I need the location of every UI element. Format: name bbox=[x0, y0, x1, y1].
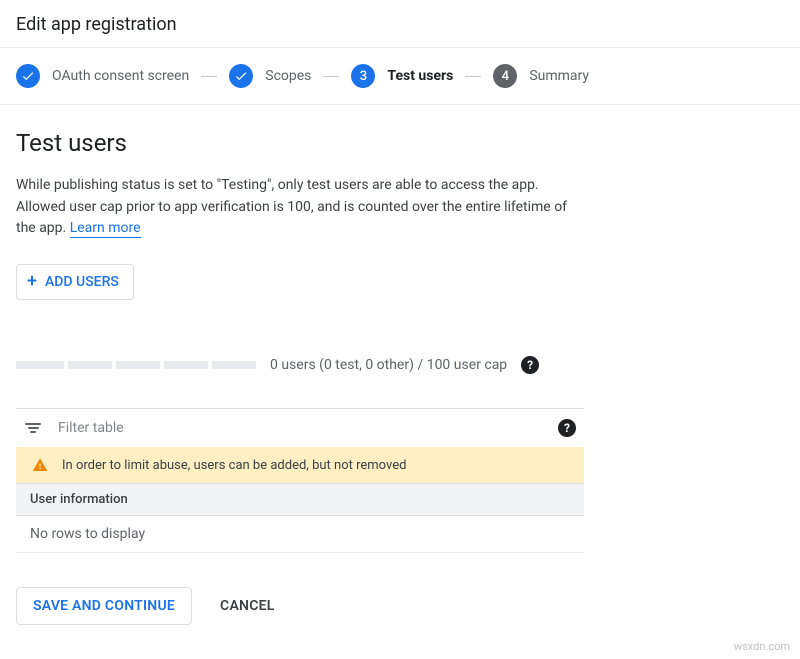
help-icon[interactable]: ? bbox=[521, 356, 539, 374]
page-header: Edit app registration bbox=[0, 0, 800, 48]
watermark: wsxdn.com bbox=[734, 640, 790, 653]
quota-row: 0 users (0 test, 0 other) / 100 user cap… bbox=[16, 356, 584, 374]
quota-segment bbox=[16, 361, 64, 369]
check-icon bbox=[229, 64, 253, 88]
step-label: Scopes bbox=[265, 68, 311, 84]
step-summary[interactable]: 4 Summary bbox=[493, 64, 589, 88]
quota-bar bbox=[16, 361, 256, 369]
add-users-button[interactable]: + ADD USERS bbox=[16, 264, 134, 300]
table-column-header: User information bbox=[16, 483, 584, 516]
quota-segment bbox=[212, 361, 256, 369]
add-users-label: ADD USERS bbox=[45, 274, 119, 290]
plus-icon: + bbox=[27, 273, 37, 291]
quota-segment bbox=[68, 361, 112, 369]
filter-input[interactable] bbox=[56, 419, 544, 437]
page-title: Edit app registration bbox=[16, 14, 784, 35]
quota-segment bbox=[164, 361, 208, 369]
filter-row: ? bbox=[16, 409, 584, 447]
users-table: ? In order to limit abuse, users can be … bbox=[16, 408, 584, 553]
save-and-continue-button[interactable]: SAVE AND CONTINUE bbox=[16, 587, 192, 625]
section-description: While publishing status is set to "Testi… bbox=[16, 175, 584, 240]
step-number: 4 bbox=[493, 64, 517, 88]
quota-text: 0 users (0 test, 0 other) / 100 user cap bbox=[270, 357, 507, 373]
quota-segment bbox=[116, 361, 160, 369]
cancel-button[interactable]: CANCEL bbox=[204, 587, 291, 625]
learn-more-link[interactable]: Learn more bbox=[70, 220, 141, 238]
step-scopes[interactable]: Scopes bbox=[229, 64, 311, 88]
check-icon bbox=[16, 64, 40, 88]
step-connector bbox=[201, 76, 217, 77]
step-label: Summary bbox=[529, 68, 589, 84]
step-test-users[interactable]: 3 Test users bbox=[351, 64, 453, 88]
warning-text: In order to limit abuse, users can be ad… bbox=[62, 458, 406, 473]
filter-icon[interactable] bbox=[24, 423, 42, 433]
stepper: OAuth consent screen Scopes 3 Test users… bbox=[0, 48, 800, 105]
step-connector bbox=[465, 76, 481, 77]
warning-icon bbox=[32, 457, 48, 473]
step-connector bbox=[323, 76, 339, 77]
step-oauth-consent[interactable]: OAuth consent screen bbox=[16, 64, 189, 88]
action-row: SAVE AND CONTINUE CANCEL bbox=[16, 587, 584, 625]
step-label: OAuth consent screen bbox=[52, 68, 189, 84]
step-number: 3 bbox=[351, 64, 375, 88]
table-empty-row: No rows to display bbox=[16, 516, 584, 553]
warning-banner: In order to limit abuse, users can be ad… bbox=[16, 447, 584, 483]
step-label: Test users bbox=[387, 68, 453, 84]
help-icon[interactable]: ? bbox=[558, 419, 576, 437]
section-heading: Test users bbox=[16, 129, 584, 157]
